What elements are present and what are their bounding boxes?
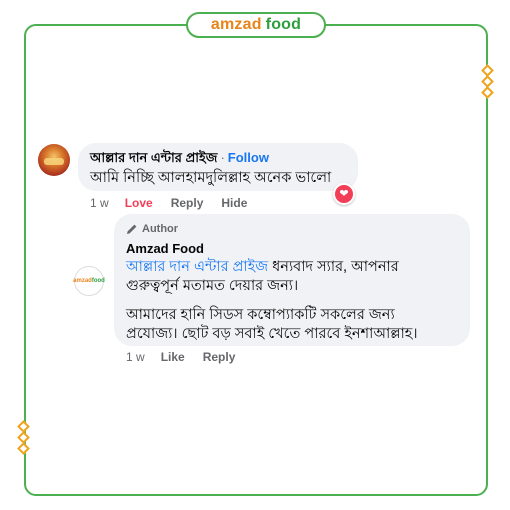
love-button[interactable]: Love [125, 196, 153, 210]
reply-text-paragraph-1: আল্লার দান এন্টার প্রাইজ ধন্যবাদ স্যার, … [126, 258, 458, 296]
separator-dot: · [220, 150, 225, 165]
page-avatar-text-amzad: amzad [73, 278, 92, 284]
reply-timestamp[interactable]: 1 w [126, 350, 145, 364]
brand-logo-text-food: food [265, 16, 302, 33]
follow-button[interactable]: Follow [228, 150, 269, 165]
reply-text-2-line-2: প্রযোজ্য। ছোট বড় সবাই খেতে পারবে ইনশাআল… [126, 326, 418, 342]
reply-text-2-line-1: আমাদের হানি সিডস কম্বোপ্যাকটি সকলের জন্য [126, 307, 395, 323]
pencil-icon [127, 224, 137, 234]
page-avatar[interactable]: amzad food [73, 266, 105, 296]
reply-button[interactable]: Reply [171, 196, 204, 210]
hide-button[interactable]: Hide [221, 196, 247, 210]
decorative-diamonds-left [16, 420, 30, 455]
reply-text-1-rest: ধন্যবাদ স্যার, আপনার [268, 259, 399, 275]
brand-logo-text-amzad: amzad [210, 16, 262, 33]
comment-bubble: আল্লার দান এন্টার প্রাইজ · Follow আমি নিচ্… [78, 143, 358, 191]
author-badge: Author [126, 222, 458, 236]
page-avatar-text-food: food [91, 278, 105, 284]
reply-bubble: Author Amzad Food আল্লার দান এন্টার প্রা… [114, 214, 470, 346]
reply-to-reply-button[interactable]: Reply [203, 350, 236, 364]
comment-timestamp[interactable]: 1 w [90, 196, 109, 210]
mention-link[interactable]: আল্লার দান এন্টার প্রাইজ [126, 259, 268, 275]
reply-text-1-line-2: গুরুত্বপূর্ন মতামত দেয়ার জন্য। [126, 278, 299, 294]
commenter-name[interactable]: আল্লার দান এন্টার প্রাইজ [90, 150, 217, 165]
commenter-avatar[interactable] [38, 144, 70, 176]
decorative-diamonds-right [480, 64, 494, 99]
reply-actions: 1 w Like Reply [126, 350, 253, 364]
reply-author-name[interactable]: Amzad Food [126, 240, 458, 258]
reply-text-paragraph-2: আমাদের হানি সিডস কম্বোপ্যাকটি সকলের জন্য… [126, 306, 458, 344]
comment-actions: 1 w Love Reply Hide [90, 196, 265, 210]
like-button[interactable]: Like [161, 350, 185, 364]
heart-icon[interactable]: ❤ [333, 183, 355, 205]
author-badge-label: Author [142, 223, 179, 235]
comment-text: আমি নিচ্ছি আলহামদুলিল্লাহ অনেক ভালো [90, 170, 332, 186]
brand-logo: amzad food [186, 12, 326, 38]
